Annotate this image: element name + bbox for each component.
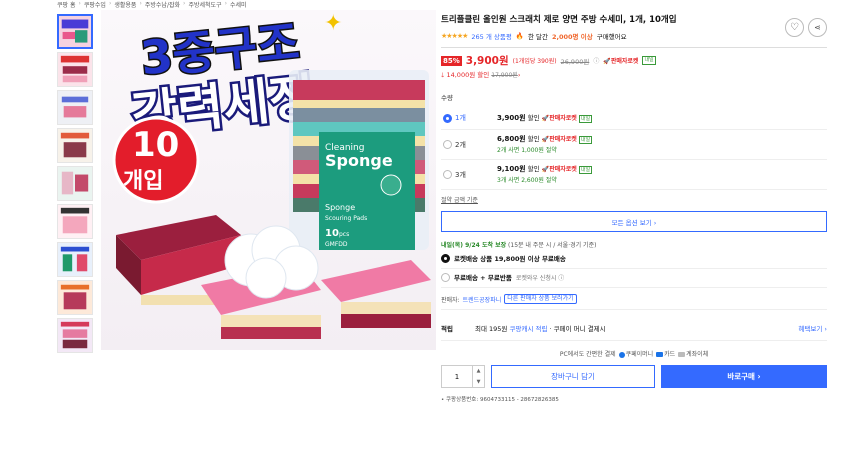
wishlist-button[interactable]: ♡ xyxy=(785,18,804,37)
quantity-stepper[interactable]: 1 ▲ ▼ xyxy=(441,365,485,388)
svg-text:GMFDD: GMFDD xyxy=(325,241,348,248)
quantity-input[interactable]: 1 xyxy=(442,373,472,381)
hot-text-pre: 한 달간 xyxy=(527,33,548,41)
sparkle-icon: ✦ xyxy=(324,11,342,36)
quantity-label: 수량 xyxy=(441,94,453,102)
breadcrumb-item[interactable]: 쿠팡 홈 xyxy=(57,0,75,9)
divider xyxy=(441,47,827,48)
original-price: 26,900원 xyxy=(560,57,590,66)
delivery-arrival: 내일(목) 9/24 도착 보장 (15분 내 주문 시 / 서울·경기 기준) xyxy=(441,242,597,249)
decrement-icon[interactable]: ▼ xyxy=(477,379,481,385)
breadcrumb-item[interactable]: 쿠팡수입 xyxy=(84,0,106,9)
fire-icon: 🔥 xyxy=(515,32,524,40)
svg-text:Sponge: Sponge xyxy=(325,203,355,212)
svg-text:10: 10 xyxy=(132,125,179,165)
share-button[interactable]: ⋖ xyxy=(808,18,827,37)
product-id: • 쿠팡상품번호: 9604733115 - 28672826385 xyxy=(441,397,559,403)
count-badge: 10 개입 xyxy=(112,116,200,204)
unit-basis-link[interactable]: 절약 금액 기준 xyxy=(441,195,827,204)
radio-button[interactable] xyxy=(443,170,452,179)
thumbnail[interactable] xyxy=(57,280,93,315)
thumbnail[interactable] xyxy=(57,242,93,277)
option-name: 1개 xyxy=(455,114,466,122)
breadcrumb: 쿠팡 홈 › 쿠팡수입 › 생활용품 › 주방수납/잡화 › 주방세척도구 › 수세미 xyxy=(57,0,247,9)
option-row[interactable]: 3개 9,100원 할인 🚀판매자로켓 내일 3개 사면 2,600원 절약 xyxy=(441,160,827,189)
share-icon: ⋖ xyxy=(814,23,821,32)
hot-text-count: 2,000명 이상 xyxy=(551,33,593,41)
product-info: 트리플클린 올인원 스크래치 제로 양면 주방 수세미, 1개, 10개입 ♡ … xyxy=(441,14,827,404)
option-list: 1개 3,900원 할인 🚀판매자로켓 내일 2개 6,800원 할인 🚀판매자… xyxy=(441,107,827,190)
seller-row: 판매자: 트렌드공장파니 다른 판매자 상품 보러가기 xyxy=(441,294,827,304)
option-row[interactable]: 1개 3,900원 할인 🚀판매자로켓 내일 xyxy=(441,107,827,129)
payment-methods: PC에서도 간편한 결제 쿠페이머니 카드 계좌이체 xyxy=(559,351,709,358)
radio-button[interactable] xyxy=(441,253,450,263)
breadcrumb-item[interactable]: 생활용품 xyxy=(114,0,136,9)
radio-button[interactable] xyxy=(443,113,452,123)
thumbnail[interactable] xyxy=(57,128,93,163)
buy-now-button[interactable]: 바로구매 › xyxy=(661,365,827,388)
thumbnail[interactable] xyxy=(57,90,93,125)
svg-text:10: 10 xyxy=(325,228,339,239)
sponge-package: Cleaning Sponge Sponge Scouring Pads 10 … xyxy=(289,70,429,250)
heart-icon: ♡ xyxy=(790,22,799,33)
radio-button[interactable] xyxy=(443,140,452,149)
cart-row: 1 ▲ ▼ 장바구니 담기 바로구매 › xyxy=(441,365,827,388)
tomorrow-badge: 내일 xyxy=(642,56,656,65)
breadcrumb-item[interactable]: 주방수납/잡화 xyxy=(145,0,180,9)
radio-button[interactable] xyxy=(441,272,450,282)
product-main-image[interactable]: 3중구조 강력세정 ✦ 10 개입 Cleaning Sponge Sponge… xyxy=(101,10,436,350)
points-row: 적립 최대 195원 쿠팡캐시 적립 · 쿠페이 머니 결제시 혜택보기 › xyxy=(441,323,827,333)
increment-icon[interactable]: ▲ xyxy=(477,368,481,374)
info-icon[interactable]: ⓘ xyxy=(593,56,599,65)
seller-name-link[interactable]: 트렌드공장파니 xyxy=(463,295,502,304)
review-count-link[interactable]: 265 개 상품평 xyxy=(471,31,511,41)
thumbnail-list xyxy=(57,14,93,356)
thumbnail[interactable] xyxy=(57,52,93,87)
delivery-option[interactable]: 로켓배송 상품 19,800원 이상 무료배송 xyxy=(441,250,827,266)
cash-reward-link[interactable]: 쿠팡캐시 적립 xyxy=(510,323,548,333)
rating-row: ★★★★★ 265 개 상품평 🔥 한 달간 2,000명 이상 구매했어요 xyxy=(441,31,827,41)
benefits-link[interactable]: 혜택보기 › xyxy=(798,323,827,333)
all-options-button[interactable]: 모든 옵션 보기 › xyxy=(441,211,827,232)
coupon-discount: 🡓 14,000원 할인 17,900원› xyxy=(441,71,521,79)
card-icon xyxy=(656,352,664,357)
product-title: 트리플클린 올인원 스크래치 제로 양면 주방 수세미, 1개, 10개입 xyxy=(441,15,677,25)
add-to-cart-button[interactable]: 장바구니 담기 xyxy=(491,365,655,388)
rocket-badge: 🚀판매자로켓 xyxy=(603,58,639,65)
option-row[interactable]: 2개 6,800원 할인 🚀판매자로켓 내일 2개 사면 1,000원 절약 xyxy=(441,130,827,159)
price-row: 85% 3,900원 (1개입당 390원) 26,900원 ⓘ 🚀판매자로켓 … xyxy=(441,54,827,67)
option-name: 3개 xyxy=(455,170,466,179)
hot-text-post: 구매했어요 xyxy=(596,33,627,41)
breadcrumb-item[interactable]: 주방세척도구 xyxy=(188,0,221,9)
svg-text:개입: 개입 xyxy=(123,169,163,194)
bank-icon xyxy=(678,352,686,357)
discount-badge: 85% xyxy=(441,55,462,66)
sale-price: 3,900원 xyxy=(465,55,509,67)
svg-text:Sponge: Sponge xyxy=(325,151,393,170)
thumbnail[interactable] xyxy=(57,14,93,49)
thumbnail[interactable] xyxy=(57,166,93,201)
delivery-option[interactable]: 무료배송 + 무료반품 로켓와우 신청시 ⓘ xyxy=(441,269,827,285)
down-arrow-icon: 🡓 xyxy=(441,71,445,79)
unit-price: (1개입당 390원) xyxy=(512,58,557,65)
option-name: 2개 xyxy=(455,140,466,149)
thumbnail[interactable] xyxy=(57,204,93,239)
svg-text:Scouring Pads: Scouring Pads xyxy=(325,215,367,222)
svg-text:pcs: pcs xyxy=(339,231,349,238)
thumbnail[interactable] xyxy=(57,318,93,353)
star-rating-icon: ★★★★★ xyxy=(441,32,468,40)
seller-products-button[interactable]: 다른 판매자 상품 보러가기 xyxy=(504,294,577,304)
coupay-icon xyxy=(618,351,625,358)
breadcrumb-item[interactable]: 수세미 xyxy=(230,0,247,9)
